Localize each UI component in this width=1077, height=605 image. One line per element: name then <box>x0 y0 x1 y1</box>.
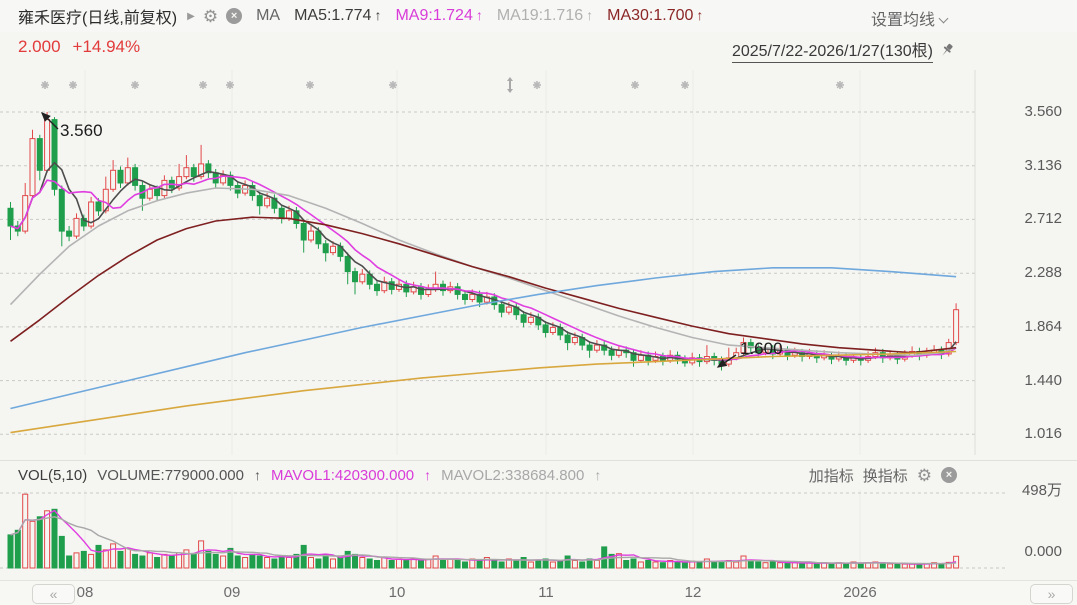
ma30-value: MA30:1.700 <box>607 7 694 24</box>
ma5-legend: MA5:1.774 ↑ <box>294 7 381 25</box>
price-axis-tick: 1.440 <box>1024 371 1062 389</box>
symbol-title[interactable]: 雍禾医疗(日线,前复权) <box>18 4 177 28</box>
indicator-actions: 加指标 换指标 ⚙ × <box>809 462 957 488</box>
up-arrow-icon: ↑ <box>424 467 432 483</box>
gear-icon[interactable]: ⚙ <box>203 8 218 25</box>
change-indicator-button[interactable]: 换指标 <box>863 465 908 486</box>
scroll-right-button[interactable]: » <box>1030 584 1073 604</box>
time-axis-label: 09 <box>223 584 241 601</box>
expand-arrow-icon[interactable]: ▶ <box>187 11 195 22</box>
up-arrow-icon: ↑ <box>475 7 483 23</box>
up-arrow-icon: ↑ <box>253 467 261 483</box>
ma19-legend: MA19:1.716 ↑ <box>497 7 593 25</box>
price-axis-tick: 3.136 <box>1024 156 1062 174</box>
stock-chart-app: 雍禾医疗(日线,前复权) ▶ ⚙ × MA MA5:1.774 ↑ MA9:1.… <box>0 0 1077 605</box>
close-icon[interactable]: × <box>941 467 957 483</box>
up-arrow-icon: ↑ <box>374 7 382 23</box>
close-icon[interactable]: × <box>226 8 243 24</box>
mavol1-value: MAVOL1:420300.000 <box>270 466 415 484</box>
add-indicator-button[interactable]: 加指标 <box>809 465 854 486</box>
price-axis-tick: 3.560 <box>1024 103 1062 120</box>
ma30-legend: MA30:1.700 ↑ <box>607 7 703 25</box>
svg-text:3.560: 3.560 <box>60 121 103 140</box>
time-axis-label: 2026 <box>843 584 877 601</box>
date-range-text[interactable]: 2025/7/22-2026/1/27(130根) <box>731 37 933 63</box>
ma-legend-title: MA <box>256 7 281 24</box>
time-axis-label: 10 <box>388 584 406 601</box>
volume-svg <box>0 490 1005 572</box>
time-axis-label: 12 <box>684 584 702 601</box>
change-percent: +14.94% <box>72 37 141 56</box>
last-price: 2.000 <box>18 37 61 56</box>
price-axis-tick: 2.712 <box>1024 210 1062 228</box>
up-arrow-icon: ↑ <box>696 7 704 23</box>
ma5-value: MA5:1.774 <box>294 7 372 24</box>
ma19-value: MA19:1.716 <box>496 7 584 24</box>
time-axis: « 08 09 10 11 12 2026 » <box>0 580 1077 605</box>
price-axis-tick: 1.864 <box>1024 317 1062 335</box>
volume-bar-chart[interactable] <box>0 490 1007 572</box>
quote-row: 2.000 +14.94% 2025/7/22-2026/1/27(130根) <box>0 32 1077 64</box>
price-axis-tick: 2.288 <box>1024 264 1062 282</box>
time-axis-label: 08 <box>76 584 94 601</box>
up-arrow-icon: ↑ <box>586 7 594 23</box>
svg-text:1.600: 1.600 <box>740 339 783 358</box>
volume-axis-max: 498万 <box>1021 482 1062 499</box>
date-range-control[interactable]: 2025/7/22-2026/1/27(130根) <box>731 37 955 63</box>
mavol2-value: MAVOL2:338684.800 <box>441 466 585 484</box>
price-candlestick-chart[interactable]: 3.560 1.600 <box>0 70 1007 455</box>
ma9-legend: MA9:1.724 ↑ <box>395 7 482 25</box>
set-ma-button[interactable]: 设置均线 <box>871 6 949 30</box>
volume-axis-zero: 0.000 <box>1024 543 1062 560</box>
vol-indicator-label: VOL(5,10) <box>18 466 88 484</box>
time-axis-label: 11 <box>538 584 554 601</box>
price-axis-tick: 1.016 <box>1024 425 1062 443</box>
gear-icon[interactable]: ⚙ <box>917 467 932 484</box>
ma9-value: MA9:1.724 <box>395 7 473 24</box>
current-quote: 2.000 +14.94% <box>18 37 140 57</box>
pin-icon[interactable] <box>938 42 955 59</box>
pane-divider <box>0 460 1077 461</box>
volume-value: VOLUME:779000.000 <box>97 466 244 484</box>
chevron-down-icon <box>938 13 949 24</box>
up-arrow-icon: ↑ <box>594 467 602 483</box>
